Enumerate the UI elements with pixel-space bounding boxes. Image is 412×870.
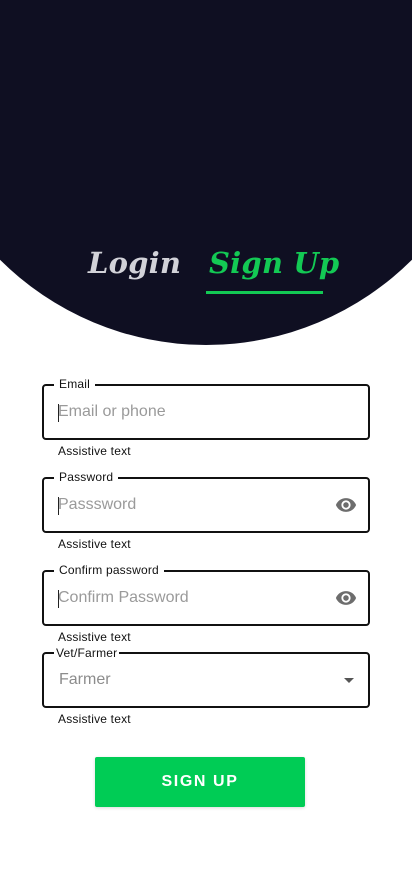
email-field[interactable]: Email xyxy=(42,376,370,440)
password-field[interactable]: Password xyxy=(42,469,370,533)
password-input[interactable] xyxy=(58,479,318,531)
email-helper-text: Assistive text xyxy=(58,444,131,458)
role-selected-value: Farmer xyxy=(59,671,111,688)
confirm-password-input[interactable] xyxy=(58,572,318,624)
confirm-password-helper-text: Assistive text xyxy=(58,630,131,644)
tab-login[interactable]: Login xyxy=(88,246,181,280)
text-cursor xyxy=(58,497,59,515)
signup-screen: Login Sign Up Email Assistive text Passw… xyxy=(0,0,412,870)
eye-icon[interactable] xyxy=(334,587,358,609)
password-helper-text: Assistive text xyxy=(58,537,131,551)
text-cursor xyxy=(58,404,59,422)
text-cursor xyxy=(58,590,59,608)
email-input[interactable] xyxy=(58,386,318,438)
role-helper-text: Assistive text xyxy=(58,712,131,726)
confirm-password-field[interactable]: Confirm password xyxy=(42,562,370,626)
dropdown-arrow-icon[interactable] xyxy=(344,678,354,683)
eye-icon[interactable] xyxy=(334,494,358,516)
role-select[interactable]: Vet/Farmer Farmer xyxy=(42,645,370,708)
active-tab-indicator xyxy=(206,291,323,294)
sign-up-button[interactable]: SIGN UP xyxy=(95,757,305,807)
role-label: Vet/Farmer xyxy=(54,645,120,661)
tab-signup[interactable]: Sign Up xyxy=(209,246,339,280)
